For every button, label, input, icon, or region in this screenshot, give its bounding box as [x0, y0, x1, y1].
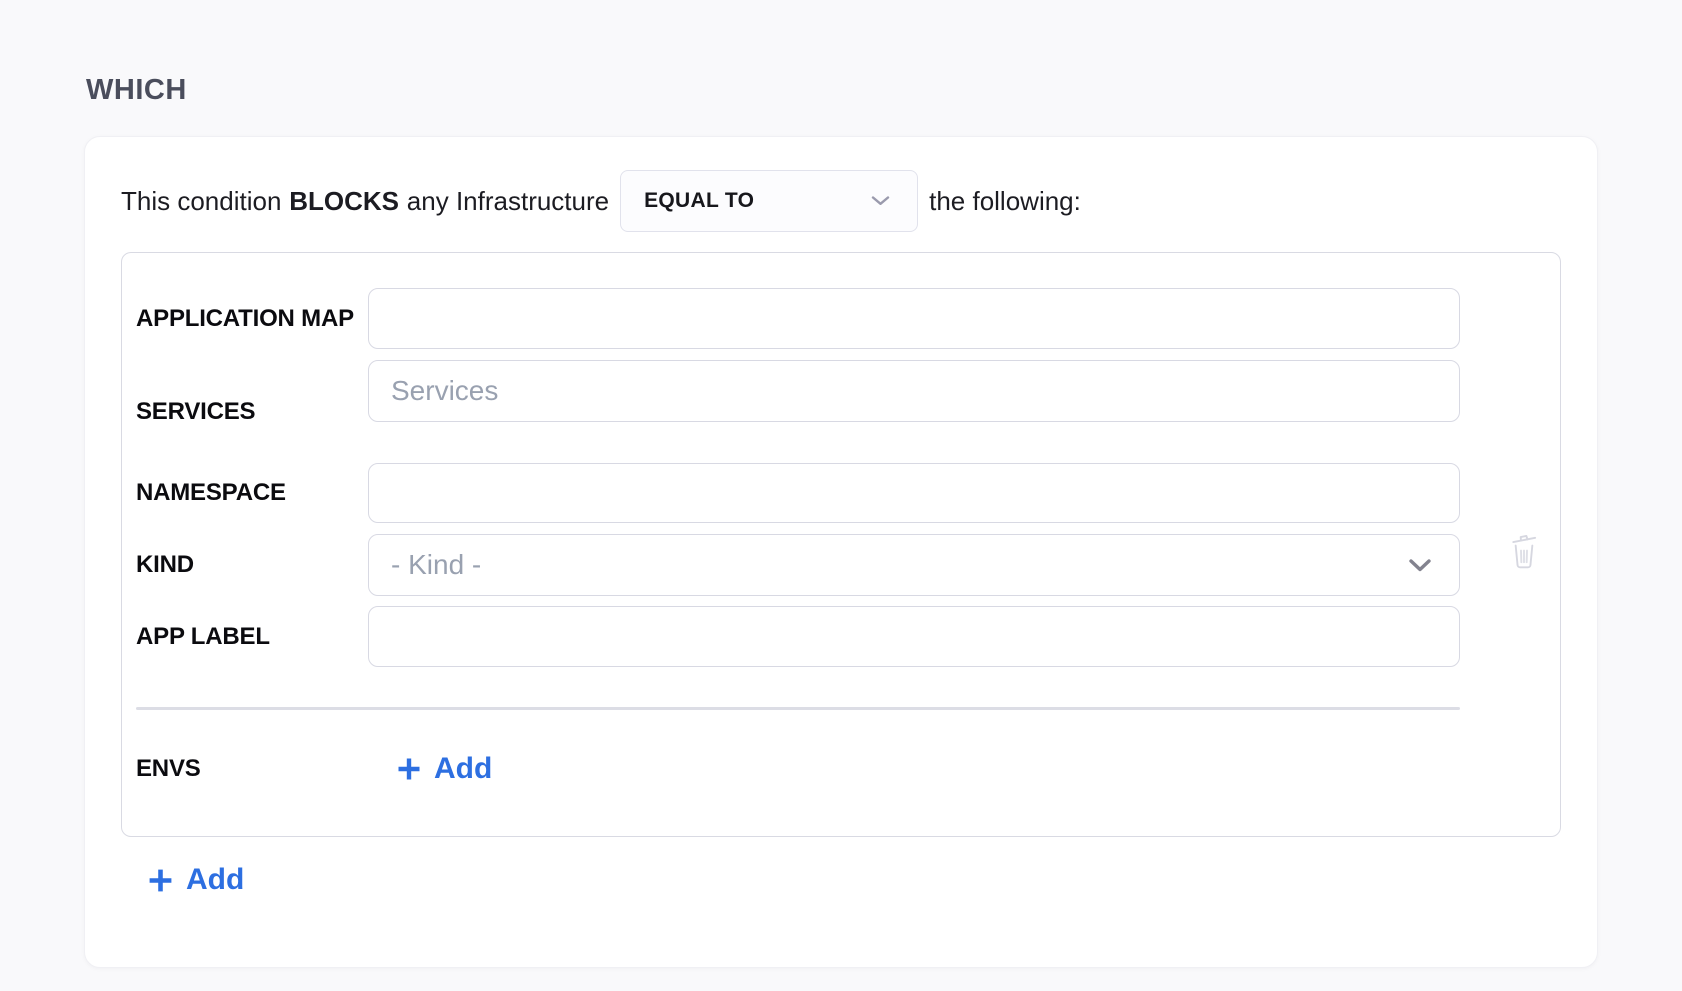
condition-card: This condition BLOCKS any Infrastructure… — [84, 136, 1598, 968]
condition-sentence: This condition BLOCKS any Infrastructure… — [121, 170, 1597, 232]
services-label: SERVICES — [136, 397, 368, 426]
envs-label: ENVS — [136, 754, 368, 783]
infrastructure-rule-card: APPLICATION MAP SERVICES NAMESPACE KIND … — [121, 252, 1561, 837]
section-divider — [136, 707, 1460, 710]
add-condition-button[interactable]: Add — [145, 859, 246, 901]
operator-select[interactable]: EQUAL TO — [620, 170, 918, 232]
chevron-down-icon — [871, 196, 890, 206]
application-map-row: APPLICATION MAP — [136, 288, 1460, 349]
operator-value: EQUAL TO — [644, 189, 754, 213]
app-label-input[interactable] — [368, 606, 1460, 667]
condition-suffix: the following: — [929, 186, 1081, 217]
kind-label: KIND — [136, 550, 368, 579]
add-condition-label: Add — [186, 863, 244, 897]
envs-row: ENVS Add — [136, 745, 1460, 793]
condition-prefix: This condition — [121, 186, 281, 217]
add-env-label: Add — [434, 752, 492, 786]
page-title: WHICH — [86, 74, 187, 107]
delete-condition-button[interactable] — [1504, 529, 1544, 573]
namespace-label: NAMESPACE — [136, 478, 368, 507]
services-input[interactable] — [368, 360, 1460, 422]
plus-icon — [147, 867, 174, 894]
namespace-input[interactable] — [368, 463, 1460, 523]
app-label-row: APP LABEL — [136, 606, 1460, 667]
add-env-button[interactable]: Add — [394, 748, 494, 790]
application-map-label: APPLICATION MAP — [136, 304, 368, 333]
chevron-down-icon — [1409, 559, 1431, 572]
trash-icon — [1507, 530, 1541, 570]
kind-row: KIND - Kind - — [136, 534, 1460, 596]
plus-icon — [396, 756, 422, 782]
condition-middle: any Infrastructure — [407, 186, 609, 217]
kind-select-placeholder: - Kind - — [391, 549, 481, 581]
namespace-row: NAMESPACE — [136, 463, 1460, 523]
condition-effect: BLOCKS — [289, 186, 399, 217]
kind-select[interactable]: - Kind - — [368, 534, 1460, 596]
application-map-input[interactable] — [368, 288, 1460, 349]
services-row: SERVICES — [136, 360, 1460, 463]
app-label-label: APP LABEL — [136, 622, 368, 651]
